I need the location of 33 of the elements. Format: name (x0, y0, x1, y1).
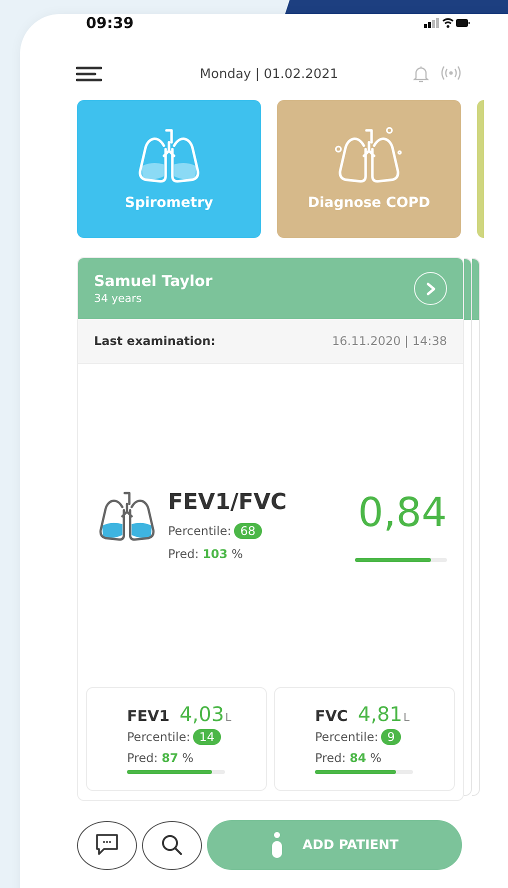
pred-text: Pred: 103 % (168, 547, 243, 561)
bell-icon[interactable] (412, 65, 430, 83)
metric-name: FEV1 (127, 707, 170, 725)
pred-text: Pred: 87 % (127, 751, 194, 765)
pred-text: Pred: 84 % (315, 751, 382, 765)
search-icon (161, 834, 183, 856)
menu-icon[interactable] (76, 66, 102, 82)
chat-icon (94, 833, 120, 857)
status-time: 09:39 (86, 14, 134, 32)
status-icons (424, 17, 470, 29)
feature-tile[interactable]: Spirometry (77, 100, 261, 238)
percentile-badge: 9 (381, 729, 401, 745)
exam-date: 16.11.2020 | 14:38 (332, 334, 447, 348)
percentile-label: Percentile: (315, 730, 378, 744)
percentile-badge: 68 (234, 523, 262, 539)
percentile-label: Percentile: (127, 730, 190, 744)
chevron-right-icon (424, 282, 436, 296)
person-icon (270, 832, 283, 858)
exam-label: Last examination: (94, 334, 216, 348)
percentile-badge: 14 (193, 729, 221, 745)
lungs-icon (335, 127, 403, 185)
feature-tile[interactable]: Diagnose COPD (277, 100, 461, 238)
patient-age: 34 years (94, 292, 143, 305)
metric-name: FEV1/FVC (168, 490, 287, 515)
add-patient-button[interactable]: ADD PATIENT (207, 820, 462, 870)
metric-value: 4,81 L (358, 702, 410, 726)
metric-value: 0,84 (358, 490, 447, 536)
percentile-label: Percentile: (168, 524, 232, 538)
metric-name: FVC (315, 707, 348, 725)
patient-name: Samuel Taylor (94, 272, 212, 290)
metric-value: 4,03 L (180, 702, 232, 726)
header-date: Monday | 01.02.2021 (200, 66, 338, 82)
next-button[interactable] (414, 272, 447, 305)
